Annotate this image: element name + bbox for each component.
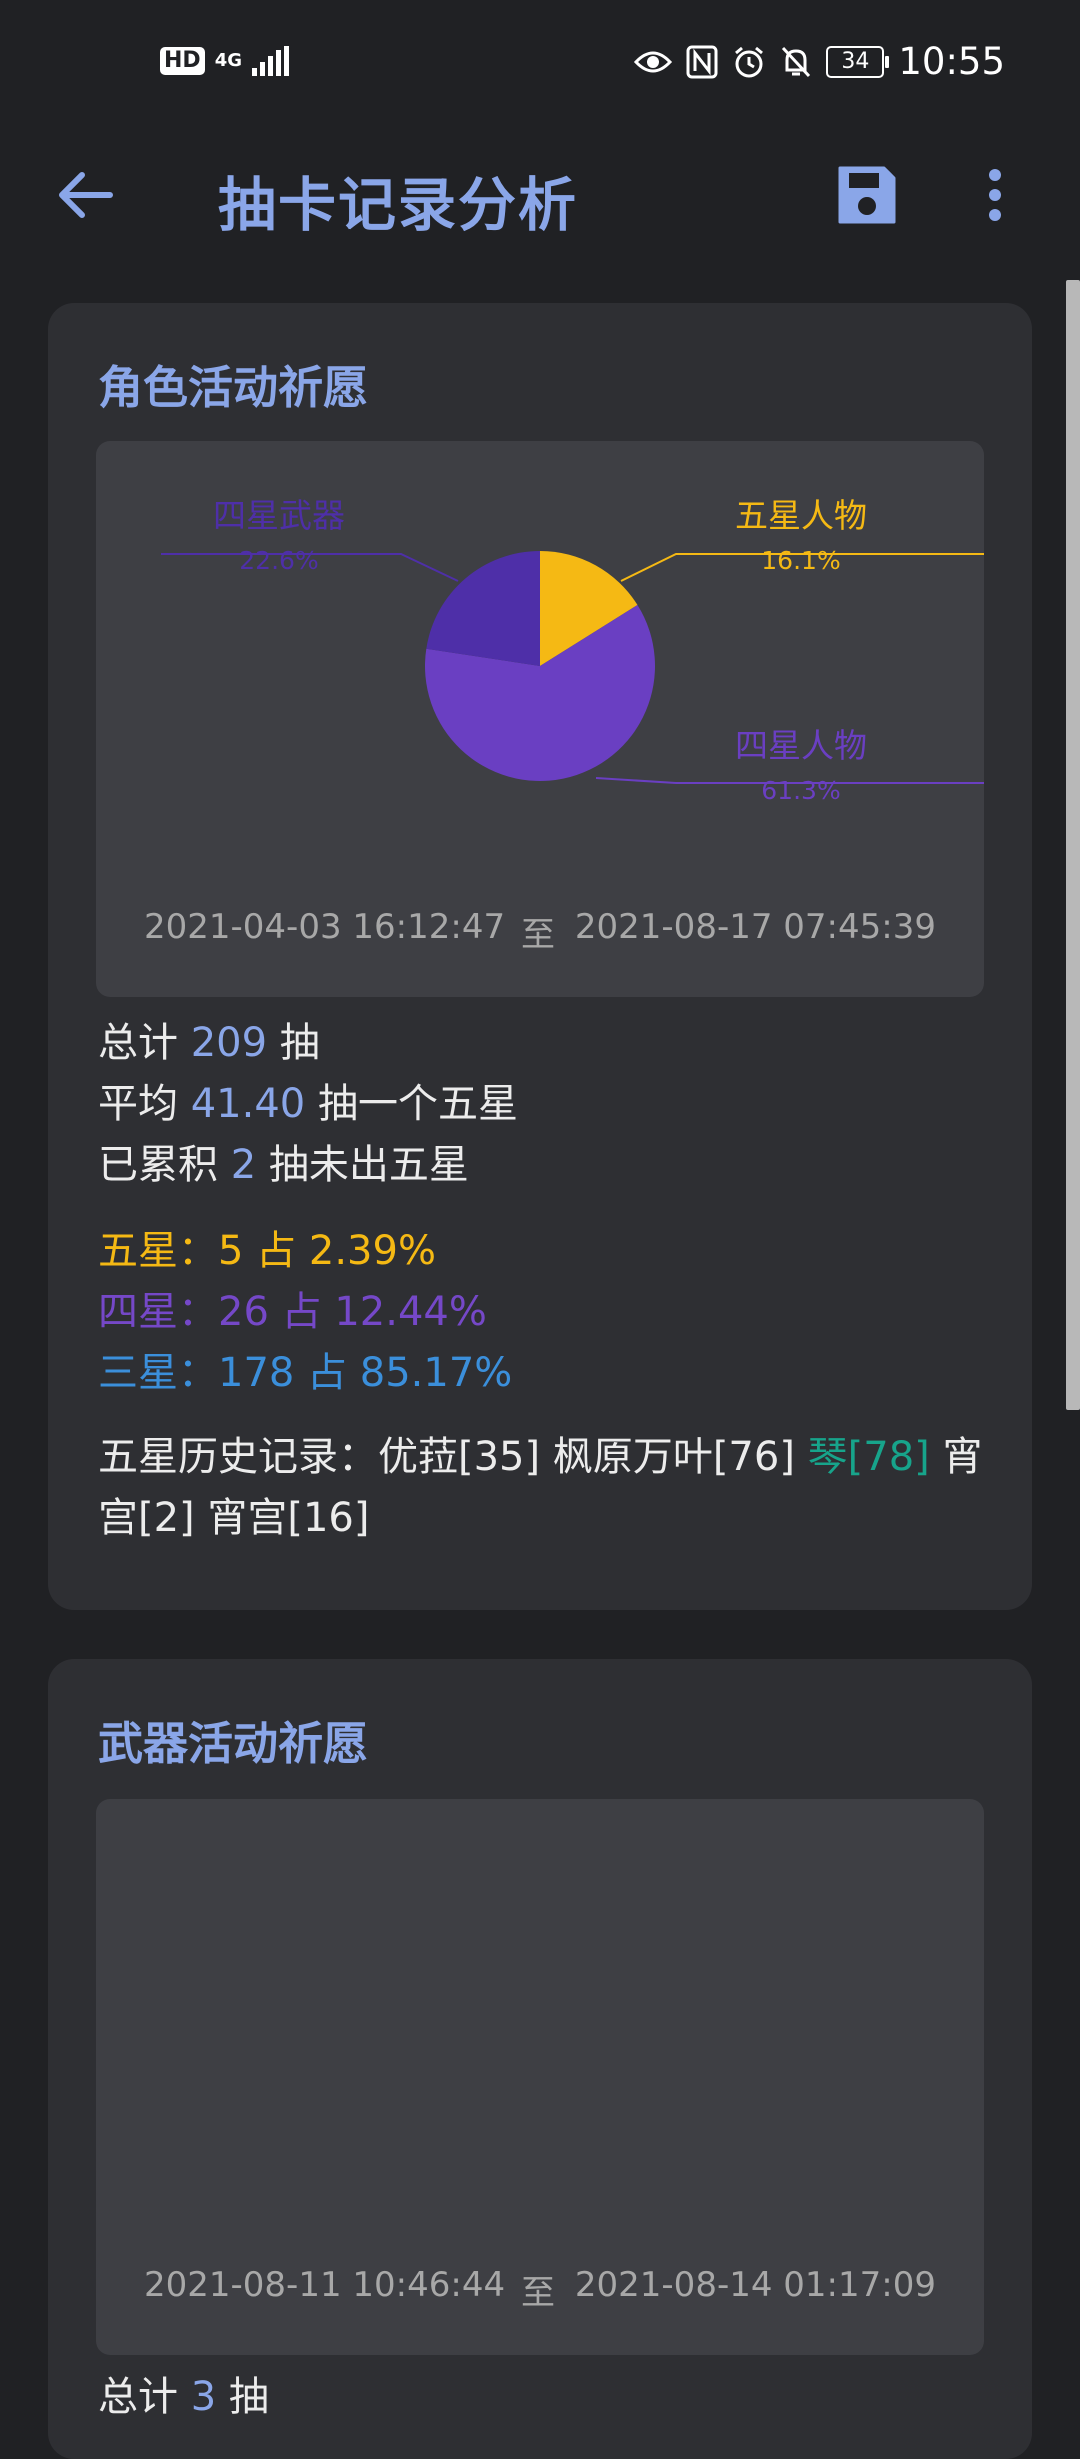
eye-icon <box>634 51 673 72</box>
time-end: 2021-08-14 01:17:09 <box>574 2265 936 2305</box>
time-start: 2021-04-03 16:12:47 <box>144 907 506 947</box>
character-banner-card: 角色活动祈愿 五星人物 16.1% 四星人物 61.3% 四星武器 22.6% 2021-… <box>48 303 1032 1610</box>
pie-slice-label: 五星人物 <box>735 496 867 535</box>
status-right: 34 10:55 <box>634 40 1005 83</box>
signal-icon <box>252 46 289 76</box>
pity-label: 已累积 <box>98 1142 231 1188</box>
total-value: 209 <box>190 1020 268 1066</box>
total-label: 总计 <box>98 1020 191 1066</box>
time-end: 2021-08-17 07:45:39 <box>574 907 936 947</box>
weapon-banner-card: 武器活动祈愿 2021-08-11 10:46:44 至 2021-08-14 … <box>48 1659 1032 2459</box>
pity-value: 2 <box>230 1142 257 1188</box>
average-label: 平均 <box>98 1081 191 1127</box>
four-star-stat: 四星：26 占 12.44% <box>98 1289 487 1335</box>
total-unit: 抽 <box>267 1020 320 1066</box>
pie-slice-percent: 61.3% <box>761 776 840 805</box>
pie-chart-container: 五星人物 16.1% 四星人物 61.3% 四星武器 22.6% 2021-04-03 1… <box>96 441 984 997</box>
total-value: 3 <box>190 2374 217 2420</box>
back-arrow-icon[interactable] <box>50 160 120 230</box>
three-star-stat: 三星：178 占 85.17% <box>98 1350 513 1396</box>
more-vert-icon[interactable] <box>970 160 1020 230</box>
average-value: 41.40 <box>190 1081 306 1127</box>
time-separator: 至 <box>521 2273 555 2313</box>
save-icon[interactable] <box>832 160 902 230</box>
total-label: 总计 <box>98 2374 191 2420</box>
pie-slice-label: 四星人物 <box>735 726 867 765</box>
page-title: 抽卡记录分析 <box>218 171 579 239</box>
scrollbar[interactable] <box>1066 280 1080 1410</box>
mute-bell-icon <box>782 46 811 77</box>
time-separator: 至 <box>521 915 555 955</box>
pie-slice-percent: 16.1% <box>761 546 840 575</box>
rarity-breakdown: 五星：5 占 2.39% 四星：26 占 12.44% 三星：178 占 85.… <box>98 1221 512 1404</box>
card-title: 角色活动祈愿 <box>98 361 369 414</box>
pie-slice-label: 四星武器 <box>213 496 345 535</box>
pity-count: 已累积 2 抽未出五星 <box>98 1135 518 1196</box>
total-unit: 抽 <box>216 2374 269 2420</box>
total-pulls: 总计 209 抽 <box>98 1013 518 1074</box>
pie-slice <box>426 551 540 666</box>
time-start: 2021-08-11 10:46:44 <box>144 2265 506 2305</box>
average-pulls: 平均 41.40 抽一个五星 <box>98 1074 518 1135</box>
app-bar: 抽卡记录分析 <box>0 130 1080 260</box>
five-star-history: 五星历史记录：优菈[35] 枫原万叶[76] 琴[78] 宵宫[2] 宵宫[16… <box>98 1427 998 1549</box>
total-pulls: 总计 3 抽 <box>98 2367 269 2428</box>
pie-chart: 五星人物 16.1% 四星人物 61.3% 四星武器 22.6% <box>161 496 984 805</box>
history-highlight: 琴[78] <box>807 1434 930 1480</box>
pie-slice-percent: 22.6% <box>239 546 318 575</box>
card-title: 武器活动祈愿 <box>98 1717 369 1770</box>
summary-stats: 总计 209 抽 平均 41.40 抽一个五星 已累积 2 抽未出五星 <box>98 1013 518 1196</box>
clock: 10:55 <box>898 40 1005 83</box>
network-type: 4G <box>214 50 242 71</box>
status-bar: HD 4G 34 10:55 <box>0 0 1080 130</box>
battery-icon: 34 <box>826 45 890 78</box>
empty-chart-container: 2021-08-11 10:46:44 至 2021-08-14 01:17:0… <box>96 1799 984 2355</box>
average-unit: 抽一个五星 <box>305 1081 518 1127</box>
nfc-icon <box>686 45 718 78</box>
history-text: 五星历史记录：优菈[35] 枫原万叶[76] <box>98 1434 808 1480</box>
five-star-stat: 五星：5 占 2.39% <box>98 1228 436 1274</box>
status-left: HD 4G <box>160 46 289 76</box>
alarm-icon <box>735 46 764 77</box>
hd-icon: HD <box>160 47 205 75</box>
pity-unit: 抽未出五星 <box>256 1142 469 1188</box>
